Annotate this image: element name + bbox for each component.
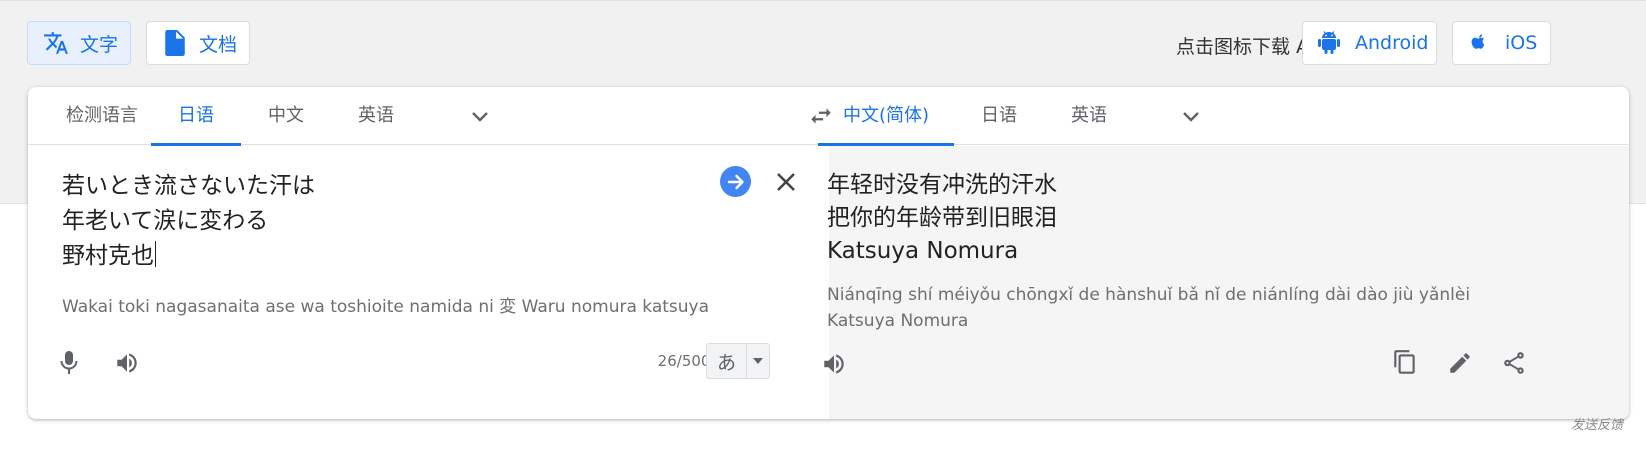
ime-dropdown-chevron-down-icon[interactable]: [747, 344, 769, 378]
mode-document-button[interactable]: 文档: [146, 21, 250, 65]
microphone-icon[interactable]: [53, 347, 85, 379]
tab-target-japanese[interactable]: 日语: [965, 87, 1033, 145]
source-line: 年老いて涙に変わる: [62, 208, 269, 234]
apple-icon: [1467, 31, 1491, 55]
translate-go-button[interactable]: [720, 166, 751, 197]
send-feedback-link[interactable]: 发送反馈: [1571, 414, 1623, 433]
language-tabs-row: 检测语言 日语 中文 英语 中文(简体) 日语 英语: [28, 87, 1629, 146]
tab-source-english[interactable]: 英语: [342, 87, 410, 145]
target-line: Katsuya Nomura: [827, 238, 1019, 264]
text-cursor: [155, 241, 156, 267]
target-line: 年轻时没有冲洗的汗水: [827, 172, 1057, 198]
arrow-right-icon: [727, 174, 744, 189]
share-icon[interactable]: [1498, 347, 1530, 379]
android-label: Android: [1355, 32, 1429, 54]
pencil-icon[interactable]: [1444, 347, 1476, 379]
copy-icon[interactable]: [1389, 347, 1421, 379]
mode-text-button[interactable]: 文字: [27, 21, 131, 65]
source-line: 若いとき流さないた汗は: [62, 173, 315, 199]
clear-source-close-icon[interactable]: [772, 168, 800, 196]
translate-icon: [42, 29, 70, 57]
source-speaker-icon[interactable]: [111, 347, 143, 379]
source-text-input[interactable]: 若いとき流さないた汗は 年老いて涙に変わる 野村克也: [62, 169, 682, 274]
target-line: 把你的年龄带到旧眼泪: [827, 205, 1057, 231]
target-more-languages-chevron-down-icon[interactable]: [1179, 104, 1203, 128]
target-speaker-icon[interactable]: [818, 348, 850, 380]
source-romanization: Wakai toki nagasanaita ase wa toshioite …: [62, 297, 710, 317]
android-download-button[interactable]: Android: [1302, 21, 1437, 65]
ios-download-button[interactable]: iOS: [1452, 21, 1551, 65]
mode-document-label: 文档: [199, 33, 238, 56]
translation-output: 年轻时没有冲洗的汗水 把你的年龄带到旧眼泪 Katsuya Nomura: [827, 169, 1527, 268]
tab-source-japanese[interactable]: 日语: [151, 87, 241, 146]
target-romanization: Niánqīng shí méiyǒu chōngxǐ de hànshuǐ b…: [827, 285, 1471, 331]
ios-label: iOS: [1505, 32, 1538, 54]
tab-source-chinese[interactable]: 中文: [252, 87, 320, 145]
document-icon: [161, 29, 189, 57]
android-icon: [1317, 31, 1341, 55]
mode-text-label: 文字: [80, 33, 119, 56]
tab-target-english[interactable]: 英语: [1055, 87, 1123, 145]
translation-card: 检测语言 日语 中文 英语 中文(简体) 日语 英语 若いとき流さないた汗は 年…: [28, 87, 1629, 419]
source-more-languages-chevron-down-icon[interactable]: [468, 104, 492, 128]
tab-target-chinese-simplified[interactable]: 中文(简体): [818, 87, 954, 146]
tab-detect-language[interactable]: 检测语言: [42, 87, 162, 145]
ime-char: あ: [707, 344, 747, 378]
input-method-button[interactable]: あ: [706, 343, 770, 379]
source-line: 野村克也: [62, 241, 156, 269]
